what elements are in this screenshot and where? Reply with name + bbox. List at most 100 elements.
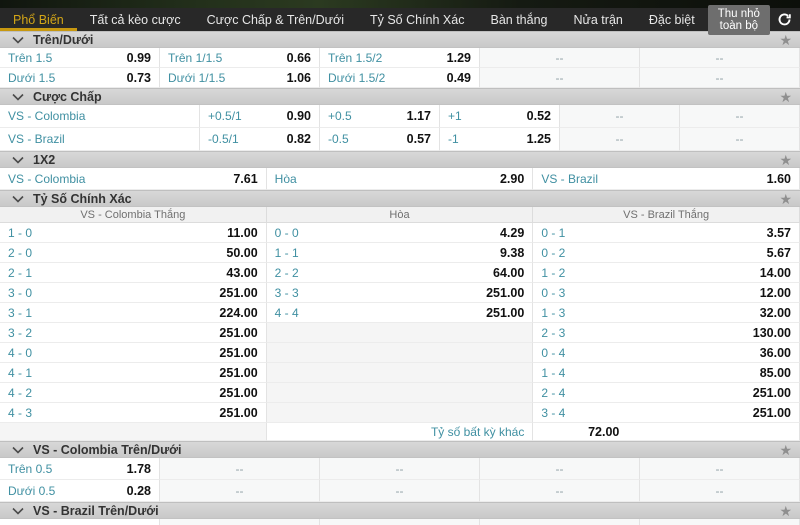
odds-cell[interactable]: 1 - 214.00 <box>533 263 800 283</box>
odds-cell-empty: -- <box>640 480 800 502</box>
odds-cell[interactable]: Dưới 0.50.28 <box>0 480 160 502</box>
odds-cell[interactable]: 2 - 264.00 <box>267 263 534 283</box>
odds-cell[interactable]: 0 - 312.00 <box>533 283 800 303</box>
odds-cell-empty <box>267 403 534 423</box>
odds-cell[interactable]: 4 - 2251.00 <box>0 383 267 403</box>
favorite-star-icon[interactable]: ★ <box>779 153 792 167</box>
odds-cell[interactable]: 0 - 25.67 <box>533 243 800 263</box>
section-title: VS - Brazil Trên/Dưới <box>33 504 159 518</box>
odds-cell[interactable]: +0.51.17 <box>320 105 440 128</box>
score-label: 4 - 1 <box>8 366 32 380</box>
odds-cell[interactable]: 1 - 011.00 <box>0 223 267 243</box>
favorite-star-icon[interactable]: ★ <box>779 33 792 47</box>
odds-cell[interactable]: -0.5/10.82 <box>200 128 320 151</box>
odds-cell[interactable]: 2 - 143.00 <box>0 263 267 283</box>
odds-cell[interactable]: 1 - 485.00 <box>533 363 800 383</box>
odds-value: 0.52 <box>527 109 551 123</box>
odds-cell[interactable]: 0 - 436.00 <box>533 343 800 363</box>
odds-value: 0.66 <box>287 51 311 65</box>
chevron-down-icon <box>12 195 24 203</box>
odds-cell[interactable]: 4 - 4251.00 <box>267 303 534 323</box>
over-under-table: Trên 1.50.99 Trên 1/1.5 0.66 Trên 1.5/21.… <box>0 48 800 88</box>
odds-value: 251.00 <box>219 346 257 360</box>
odds-cell[interactable]: VS - Colombia7.61 <box>0 168 267 190</box>
refresh-icon[interactable] <box>777 12 792 27</box>
section-title: Cược Chấp <box>33 90 102 104</box>
odds-cell[interactable]: 3 - 2251.00 <box>0 323 267 343</box>
tab-nua-tran[interactable]: Nửa trận <box>560 8 635 31</box>
odds-cell[interactable]: Trên 1/1.5 0.66 <box>160 48 320 68</box>
score-label: 3 - 0 <box>8 286 32 300</box>
odds-cell[interactable]: Dưới 1.50.73 <box>0 68 160 88</box>
selection-label: Trên 1/1.5 <box>168 51 222 65</box>
odds-cell[interactable]: 3 - 3251.00 <box>267 283 534 303</box>
odds-cell[interactable]: 1 - 332.00 <box>533 303 800 323</box>
odds-cell[interactable]: 2 - 3130.00 <box>533 323 800 343</box>
odds-cell[interactable]: -11.25 <box>440 128 560 151</box>
tab-cuoc-chap-tren-duoi[interactable]: Cược Chấp & Trên/Dưới <box>194 8 357 31</box>
odds-cell[interactable]: 3 - 1224.00 <box>0 303 267 323</box>
odds-cell[interactable]: VS - Brazil1.60 <box>533 168 800 190</box>
team-label: VS - Colombia <box>8 109 85 123</box>
team-label: VS - Brazil <box>8 132 65 146</box>
odds-cell[interactable]: +10.52 <box>440 105 560 128</box>
odds-value: 1.06 <box>287 71 311 85</box>
odds-cell[interactable]: Dưới 1.5/20.49 <box>320 68 480 88</box>
odds-cell[interactable]: Trên 0.51.78 <box>0 458 160 480</box>
favorite-star-icon[interactable]: ★ <box>779 192 792 206</box>
odds-cell[interactable]: 2 - 050.00 <box>0 243 267 263</box>
score-label: 2 - 2 <box>275 266 299 280</box>
score-label: 1 - 3 <box>541 306 565 320</box>
1x2-table: VS - Colombia7.61 Hòa2.90 VS - Brazil1.6… <box>0 168 800 190</box>
odds-value: 1.78 <box>127 462 151 476</box>
section-header-colombia-over-under[interactable]: VS - Colombia Trên/Dưới ★ <box>0 441 800 458</box>
odds-cell[interactable]: Trên 1.5/21.29 <box>320 48 480 68</box>
odds-cell-empty <box>640 519 800 525</box>
odds-cell-empty: -- <box>480 480 640 502</box>
section-header-brazil-over-under[interactable]: VS - Brazil Trên/Dưới ★ <box>0 502 800 519</box>
favorite-star-icon[interactable]: ★ <box>779 504 792 518</box>
odds-value: 0.57 <box>407 132 431 146</box>
odds-cell[interactable]: 3 - 0251.00 <box>0 283 267 303</box>
section-title: 1X2 <box>33 153 55 167</box>
odds-cell-empty: -- <box>680 128 800 151</box>
tab-ban-thang[interactable]: Bàn thắng <box>477 8 560 31</box>
odds-cell[interactable]: Dưới 1/1.51.06 <box>160 68 320 88</box>
odds-cell[interactable]: 4 - 3251.00 <box>0 403 267 423</box>
odds-cell[interactable]: 0 - 13.57 <box>533 223 800 243</box>
tab-pho-bien[interactable]: Phổ Biến <box>0 8 77 31</box>
tab-dac-biet[interactable]: Đặc biệt <box>636 8 708 31</box>
handicap-label: +0.5/1 <box>208 109 242 123</box>
odds-cell[interactable]: +0.5/10.90 <box>200 105 320 128</box>
odds-cell[interactable]: Trên 1.50.99 <box>0 48 160 68</box>
odds-cell[interactable]: 2 - 4251.00 <box>533 383 800 403</box>
favorite-star-icon[interactable]: ★ <box>779 443 792 457</box>
favorite-star-icon[interactable]: ★ <box>779 90 792 104</box>
score-label: 4 - 0 <box>8 346 32 360</box>
score-label: 3 - 4 <box>541 406 565 420</box>
score-label: 2 - 1 <box>8 266 32 280</box>
section-header-handicap[interactable]: Cược Chấp ★ <box>0 88 800 105</box>
score-label: 4 - 3 <box>8 406 32 420</box>
odds-cell[interactable]: 3 - 4251.00 <box>533 403 800 423</box>
collapse-all-button[interactable]: Thu nhỏ toàn bộ <box>708 5 770 35</box>
score-label: 2 - 3 <box>541 326 565 340</box>
score-label: 0 - 4 <box>541 346 565 360</box>
odds-value: 85.00 <box>760 366 791 380</box>
score-label: 1 - 2 <box>541 266 565 280</box>
tab-tat-ca-keo-cuoc[interactable]: Tất cả kèo cược <box>77 8 194 31</box>
section-header-1x2[interactable]: 1X2 ★ <box>0 151 800 168</box>
odds-cell[interactable]: Hòa2.90 <box>267 168 534 190</box>
odds-cell[interactable]: -0.5 0.57 <box>320 128 440 151</box>
section-header-correct-score[interactable]: Tỷ Số Chính Xác ★ <box>0 190 800 207</box>
tab-ty-so-chinh-xac[interactable]: Tỷ Số Chính Xác <box>357 8 478 31</box>
odds-value: 0.28 <box>127 484 151 498</box>
section-title: Tỷ Số Chính Xác <box>33 192 132 206</box>
odds-cell[interactable]: 4 - 1251.00 <box>0 363 267 383</box>
handicap-label: -0.5 <box>328 132 349 146</box>
odds-cell[interactable]: 1 - 19.38 <box>267 243 534 263</box>
odds-cell[interactable]: 4 - 0 251.00 <box>0 343 267 363</box>
section-header-over-under[interactable]: Trên/Dưới ★ <box>0 31 800 48</box>
odds-cell[interactable]: 0 - 04.29 <box>267 223 534 243</box>
odds-cell[interactable]: 72.00 <box>533 423 800 441</box>
